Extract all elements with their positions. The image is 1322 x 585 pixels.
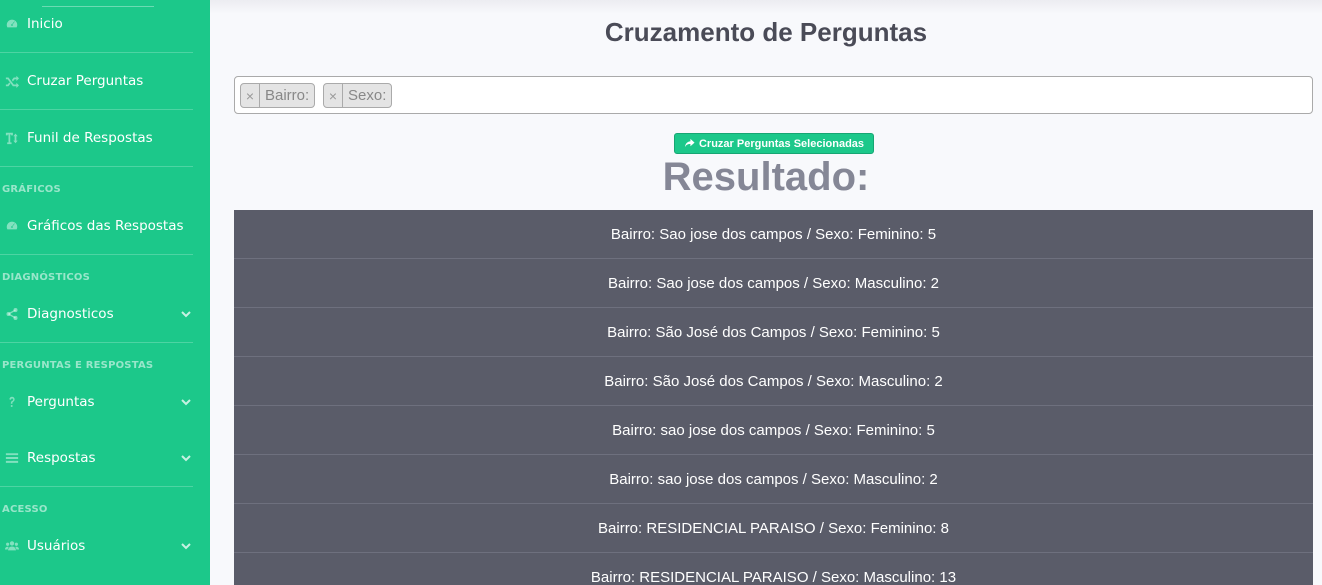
result-row: Bairro: Sao jose dos campos / Sexo: Masc… — [234, 259, 1313, 308]
sidebar-item-label: Cruzar Perguntas — [27, 73, 144, 89]
tag-label: Sexo: — [348, 87, 387, 104]
tag-label: Bairro: — [265, 87, 310, 104]
remove-tag-button[interactable]: × — [241, 84, 260, 107]
sidebar-divider — [0, 109, 193, 110]
question-select-input[interactable]: × Bairro: × Sexo: — [234, 76, 1313, 114]
share-icon — [684, 138, 695, 148]
sidebar-item-label: Usuários — [27, 538, 86, 554]
users-icon — [3, 539, 21, 553]
sidebar-item-cruzar-perguntas[interactable]: Cruzar Perguntas — [0, 68, 210, 94]
text-height-icon — [3, 131, 21, 145]
sidebar-item-label: Inicio — [27, 16, 63, 32]
list-icon — [3, 451, 21, 465]
chevron-down-icon[interactable] — [180, 452, 192, 464]
sidebar-item-graficos-das-respostas[interactable]: Gráficos das Respostas — [0, 213, 210, 239]
sidebar-item-label: Perguntas — [27, 394, 95, 410]
chevron-down-icon[interactable] — [180, 540, 192, 552]
sidebar-divider — [0, 342, 193, 343]
random-icon — [3, 74, 21, 88]
sidebar-item-inicio[interactable]: Inicio — [0, 11, 210, 37]
sidebar: Inicio Cruzar Perguntas Funil de Respost… — [0, 0, 210, 585]
sidebar-item-label: Gráficos das Respostas — [27, 218, 184, 234]
sidebar-item-label: Respostas — [27, 450, 96, 466]
sidebar-divider — [0, 52, 193, 53]
cross-questions-button[interactable]: Cruzar Perguntas Selecionadas — [674, 133, 874, 154]
sidebar-item-usuarios[interactable]: Usuários — [0, 533, 210, 559]
sidebar-divider — [0, 486, 193, 487]
sidebar-heading-graficos: GRÁFICOS — [2, 184, 61, 195]
sidebar-heading-acesso: ACESSO — [2, 504, 48, 515]
tachometer-icon — [3, 219, 21, 233]
result-row: Bairro: São José dos Campos / Sexo: Femi… — [234, 308, 1313, 357]
remove-tag-button[interactable]: × — [324, 84, 343, 107]
sidebar-item-diagnosticos[interactable]: Diagnosticos — [0, 301, 210, 327]
share-alt-icon — [3, 307, 21, 321]
sidebar-item-label: Funil de Respostas — [27, 130, 153, 146]
result-row: Bairro: sao jose dos campos / Sexo: Masc… — [234, 455, 1313, 504]
cross-questions-label: Cruzar Perguntas Selecionadas — [698, 137, 865, 150]
result-list: Bairro: Sao jose dos campos / Sexo: Femi… — [234, 210, 1313, 585]
sidebar-top-divider — [42, 0, 154, 7]
sidebar-divider — [0, 254, 193, 255]
sidebar-item-funil-de-respostas[interactable]: Funil de Respostas — [0, 125, 210, 151]
result-row: Bairro: RESIDENCIAL PARAISO / Sexo: Masc… — [234, 553, 1313, 585]
result-row: Bairro: RESIDENCIAL PARAISO / Sexo: Femi… — [234, 504, 1313, 553]
selected-tag-bairro: × Bairro: — [240, 83, 316, 108]
sidebar-item-perguntas[interactable]: Perguntas — [0, 389, 210, 415]
sidebar-heading-diagnosticos: DIAGNÓSTICOS — [2, 272, 91, 283]
page-title: Cruzamento de Perguntas — [604, 17, 928, 47]
sidebar-item-label: Diagnosticos — [27, 306, 114, 322]
result-row: Bairro: sao jose dos campos / Sexo: Femi… — [234, 406, 1313, 455]
result-title: Resultado: — [662, 155, 870, 199]
chevron-down-icon[interactable] — [180, 308, 192, 320]
topbar-shadow — [210, 0, 1322, 14]
sidebar-heading-perguntas-e-respostas: PERGUNTAS E RESPOSTAS — [2, 360, 154, 371]
sidebar-divider — [0, 166, 193, 167]
question-icon — [3, 395, 21, 409]
sidebar-item-respostas[interactable]: Respostas — [0, 445, 210, 471]
result-row: Bairro: São José dos Campos / Sexo: Masc… — [234, 357, 1313, 406]
selected-tag-sexo: × Sexo: — [323, 83, 393, 108]
tachometer-icon — [3, 17, 21, 31]
result-row: Bairro: Sao jose dos campos / Sexo: Femi… — [234, 210, 1313, 259]
chevron-down-icon[interactable] — [180, 396, 192, 408]
